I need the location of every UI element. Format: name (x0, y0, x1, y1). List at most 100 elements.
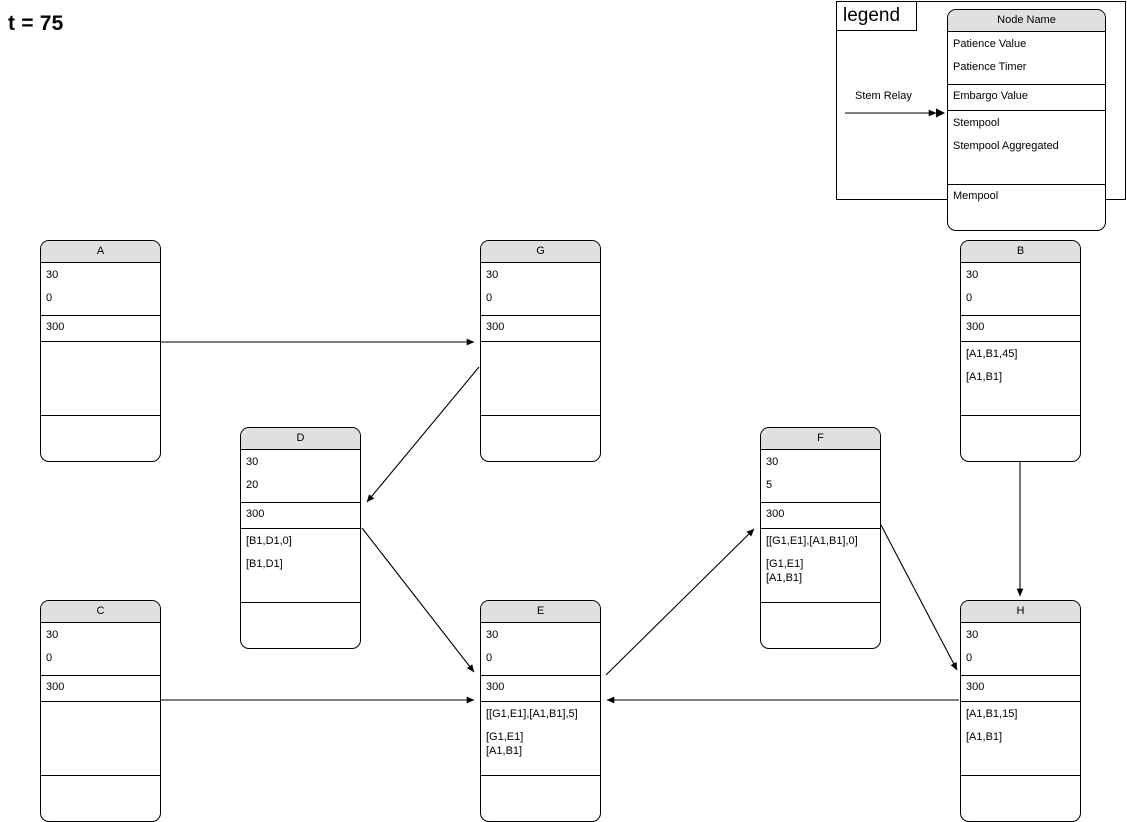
legend-node-mempool-section: Mempool (948, 185, 1105, 230)
node-g-embargo-value: 300 (486, 321, 505, 333)
edge-f-to-h (880, 524, 958, 671)
node-e[interactable]: E 30 0 30 0 [[G1,E1],[A1,B1],5] [G1,E1] [… (480, 600, 601, 822)
legend-patience-timer: Patience Timer (953, 61, 1027, 73)
edge-e-to-f (605, 528, 755, 676)
node-a-patience-section: 30 0 (41, 263, 160, 316)
node-h-stempool-section: [A1,B1,15] [A1,B1] (961, 702, 1080, 776)
node-h-stempool: [A1,B1,15] (966, 708, 1018, 720)
node-b-title: B (961, 241, 1080, 263)
node-b[interactable]: B 30 0 300 [A1,B1,45] [A1,B1] (960, 240, 1081, 462)
edge-g-to-d (366, 366, 480, 503)
node-a-patience-timer: 0 (46, 292, 53, 304)
legend-stem-relay-label: Stem Relay (855, 90, 912, 102)
node-a-title: A (41, 241, 160, 263)
node-g-stempool (486, 346, 596, 369)
legend-node-patience-section: Patience Value Patience Timer (948, 32, 1105, 85)
node-g-stempool-aggregated (486, 369, 596, 392)
legend-embargo-value: Embargo Value (953, 90, 1029, 102)
node-d-embargo-value: 300 (246, 508, 265, 520)
node-f-stempool: [[G1,E1],[A1,B1],0] (766, 535, 858, 547)
diagram-canvas: t = 75 legend Stem Relay Node Name Patie… (0, 0, 1127, 822)
node-e-stempool: [[G1,E1],[A1,B1],5] (486, 708, 578, 720)
node-c-patience-timer: 0 (46, 652, 53, 664)
node-d-patience-timer: 20 (246, 479, 259, 491)
node-h-patience-timer: 0 (966, 652, 973, 664)
node-a-stempool (46, 346, 156, 369)
legend-stem-relay-arrow (845, 108, 945, 118)
node-b-mempool-section (961, 416, 1080, 461)
node-c-stempool-aggregated (46, 729, 156, 752)
node-h-embargo-section: 300 (961, 676, 1080, 702)
legend-patience-value: Patience Value (953, 38, 1027, 50)
node-b-patience-value: 30 (966, 269, 979, 281)
node-c-mempool-section (41, 776, 160, 821)
node-e-stempool-aggregated: [G1,E1] (486, 731, 524, 743)
node-d-stempool-section: [B1,D1,0] [B1,D1] (241, 529, 360, 603)
node-g-patience-timer: 0 (486, 292, 493, 304)
node-d-stempool-aggregated: [B1,D1] (246, 558, 283, 570)
node-h-title: H (961, 601, 1080, 623)
node-a[interactable]: A 30 0 300 (40, 240, 161, 462)
node-f-mempool-section (761, 603, 880, 648)
node-g-stempool-section (481, 342, 600, 416)
node-d[interactable]: D 30 20 300 [B1,D1,0] [B1,D1] (240, 427, 361, 649)
node-e-patience-timer: 0 (486, 652, 493, 664)
legend-mempool: Mempool (953, 190, 999, 202)
node-a-patience-value: 30 (46, 269, 59, 281)
node-a-embargo-value: 300 (46, 321, 65, 333)
node-c-patience-value: 30 (46, 629, 59, 641)
node-h-patience-value: 30 (966, 629, 979, 641)
node-f[interactable]: F 30 5 300 [[G1,E1],[A1,B1],0] [G1,E1] [… (760, 427, 881, 649)
node-c-stempool (46, 706, 156, 729)
node-e-patience-value: 30 (486, 629, 499, 641)
node-g-patience-section: 30 0 (481, 263, 600, 316)
node-e-stempool-section: [[G1,E1],[A1,B1],5] [G1,E1] [A1,B1] (481, 702, 600, 776)
node-h-embargo-value: 300 (966, 681, 985, 693)
node-d-stempool: [B1,D1,0] (246, 535, 292, 547)
node-h-mempool-section (961, 776, 1080, 821)
node-f-patience-timer: 5 (766, 479, 773, 491)
node-c-stempool-section (41, 702, 160, 776)
legend-node-embargo-section: Embargo Value (948, 85, 1105, 111)
node-f-embargo-value: 300 (766, 508, 785, 520)
node-h-stempool-aggregated: [A1,B1] (966, 731, 1003, 743)
legend-node-stempool-section: Stempool Stempool Aggregated (948, 111, 1105, 185)
node-c-embargo-value: 300 (46, 681, 65, 693)
node-b-stempool-aggregated: [A1,B1] (966, 371, 1003, 383)
node-c[interactable]: C 30 0 300 (40, 600, 161, 822)
node-a-stempool-section (41, 342, 160, 416)
node-e-patience-section: 30 0 (481, 623, 600, 676)
node-f-stempool-section: [[G1,E1],[A1,B1],0] [G1,E1] [A1,B1] (761, 529, 880, 603)
node-f-patience-section: 30 5 (761, 450, 880, 503)
node-f-title: F (761, 428, 880, 450)
node-g[interactable]: G 30 0 300 (480, 240, 601, 462)
node-f-stempool-aggregated: [G1,E1] (766, 558, 804, 570)
node-a-mempool-section (41, 416, 160, 461)
legend-stempool: Stempool (953, 117, 1000, 129)
node-b-embargo-section: 300 (961, 316, 1080, 342)
node-d-patience-value: 30 (246, 456, 259, 468)
node-d-title: D (241, 428, 360, 450)
node-h[interactable]: H 30 0 300 [A1,B1,15] [A1,B1] (960, 600, 1081, 822)
edge-d-to-e (361, 527, 475, 673)
node-d-patience-section: 30 20 (241, 450, 360, 503)
node-d-mempool-section (241, 603, 360, 648)
node-b-stempool-section: [A1,B1,45] [A1,B1] (961, 342, 1080, 416)
time-label: t = 75 (8, 12, 64, 35)
node-e-mempool-section (481, 776, 600, 821)
node-b-patience-timer: 0 (966, 292, 973, 304)
legend-node-template: Node Name Patience Value Patience Timer … (947, 9, 1106, 231)
node-c-patience-section: 30 0 (41, 623, 160, 676)
node-a-stempool-aggregated (46, 369, 156, 392)
node-g-mempool-section (481, 416, 600, 461)
node-e-title: E (481, 601, 600, 623)
node-g-embargo-section: 300 (481, 316, 600, 342)
node-b-embargo-value: 300 (966, 321, 985, 333)
node-c-title: C (41, 601, 160, 623)
legend-stempool-aggregated: Stempool Aggregated (953, 140, 1059, 152)
legend-title: legend (836, 1, 917, 31)
node-d-embargo-section: 300 (241, 503, 360, 529)
legend-node-title: Node Name (948, 10, 1105, 32)
node-f-stempool-aggregated-2: [A1,B1] (766, 572, 803, 584)
node-b-patience-section: 30 0 (961, 263, 1080, 316)
